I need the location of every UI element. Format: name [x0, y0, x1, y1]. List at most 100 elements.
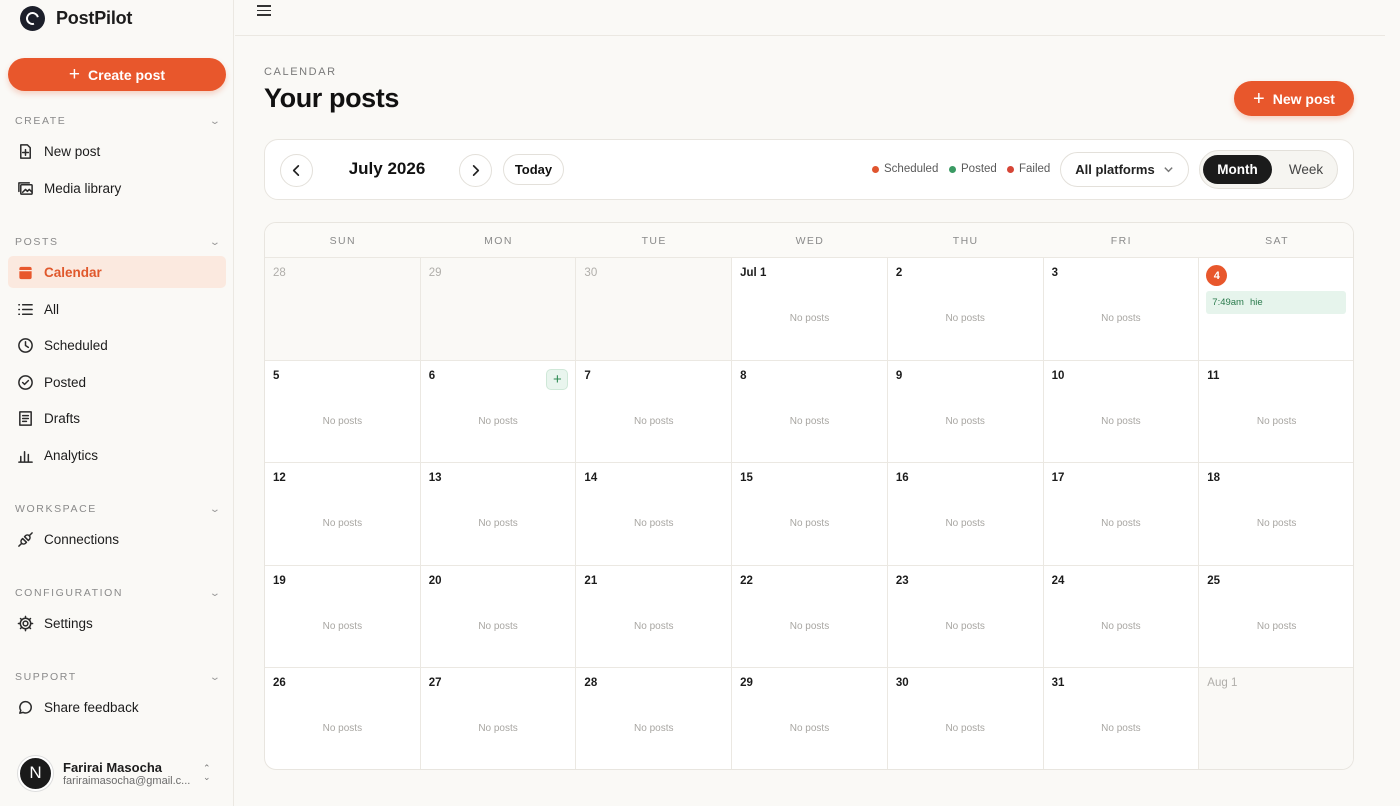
calendar-day-cell[interactable]: 20 No posts	[420, 565, 577, 669]
calendar-day-cell[interactable]: 29 No posts	[732, 668, 888, 769]
sidebar-item-posted[interactable]: Posted	[8, 366, 226, 398]
section-posts-header[interactable]: POSTS ⌄	[15, 236, 221, 248]
chat-bubble-icon	[16, 698, 34, 716]
view-week-button[interactable]: Week	[1276, 155, 1336, 184]
calendar-day-cell[interactable]: 25 No posts	[1199, 566, 1353, 669]
calendar-event[interactable]: 7:49am hie	[1206, 291, 1346, 314]
calendar-day-cell[interactable]: Aug 1	[1199, 668, 1353, 769]
chevron-down-icon: ⌄	[209, 587, 223, 599]
calendar-day-cell[interactable]: 24 No posts	[1043, 565, 1200, 669]
today-button[interactable]: Today	[503, 154, 564, 185]
calendar-day-cell[interactable]: 5 No posts	[265, 360, 421, 464]
next-month-button[interactable]	[459, 154, 492, 187]
sidebar-item-label: Share feedback	[44, 699, 139, 715]
calendar-day-cell[interactable]: 28	[265, 258, 421, 361]
calendar-day-cell[interactable]: 9 No posts	[887, 360, 1044, 464]
add-post-to-day-button[interactable]: +	[546, 368, 569, 390]
create-post-button[interactable]: + Create post	[8, 58, 226, 91]
section-title: CONFIGURATION	[15, 587, 124, 599]
day-number: 10	[1051, 369, 1065, 382]
calendar-day-cell[interactable]: 18 No posts	[1199, 463, 1353, 566]
legend-label: Posted	[961, 163, 997, 175]
new-post-icon	[16, 142, 34, 160]
day-number: 7	[584, 369, 591, 382]
calendar-day-cell[interactable]: 10 No posts	[1043, 360, 1200, 464]
new-post-button[interactable]: + New post	[1234, 81, 1354, 116]
legend-label: Failed	[1019, 163, 1051, 175]
calendar-day-cell[interactable]: 31 No posts	[1044, 668, 1200, 769]
calendar-day-cell[interactable]: 17 No posts	[1043, 463, 1200, 566]
calendar-day-cell[interactable]: 4 7:49am hie	[1199, 258, 1353, 361]
calendar-day-cell[interactable]: 14 No posts	[576, 463, 733, 566]
prev-month-button[interactable]	[280, 154, 313, 187]
calendar-day-cell[interactable]: 29	[420, 258, 577, 361]
no-posts-label: No posts	[634, 620, 674, 632]
sidebar-item-media-library[interactable]: Media library	[8, 172, 226, 204]
day-number: 28	[584, 677, 598, 690]
platform-filter-select[interactable]: All platforms	[1060, 152, 1189, 187]
no-posts-label: No posts	[634, 415, 674, 427]
section-support-header[interactable]: SUPPORT ⌄	[15, 671, 221, 683]
chevron-down-icon: ⌄	[209, 671, 223, 683]
calendar-day-cell[interactable]: 12 No posts	[265, 463, 421, 566]
sidebar-item-connections[interactable]: Connections	[8, 523, 226, 555]
user-menu[interactable]: N Farirai Masocha fariraimasocha@gmail.c…	[18, 754, 218, 792]
calendar-day-cell[interactable]: 22 No posts	[732, 565, 888, 669]
day-number: 2	[895, 267, 903, 279]
calendar-day-cell[interactable]: 21 No posts	[576, 565, 733, 669]
calendar-day-cell[interactable]: 3 No posts	[1043, 258, 1200, 361]
no-posts-label: No posts	[1101, 518, 1141, 530]
no-posts-label: No posts	[478, 723, 518, 735]
no-posts-label: No posts	[789, 518, 830, 530]
day-number: Aug 1	[1207, 677, 1238, 690]
sidebar-item-drafts[interactable]: Drafts	[8, 402, 226, 434]
section-configuration-header[interactable]: CONFIGURATION ⌄	[15, 587, 221, 599]
calendar-day-cell[interactable]: 7 No posts	[576, 360, 733, 464]
view-month-button[interactable]: Month	[1203, 155, 1272, 184]
platform-filter-value: All platforms	[1075, 162, 1155, 177]
sidebar-item-calendar[interactable]: Calendar	[8, 256, 226, 288]
chevron-down-icon	[1164, 167, 1173, 173]
no-posts-label: No posts	[789, 723, 830, 735]
calendar-day-cell[interactable]: 8 No posts	[732, 360, 888, 464]
chevron-down-icon: ⌄	[209, 503, 223, 515]
section-workspace-header[interactable]: WORKSPACE ⌄	[15, 503, 221, 515]
sidebar-item-label: Scheduled	[44, 337, 108, 353]
calendar-day-cell[interactable]: 6 + No posts	[420, 360, 577, 464]
calendar-day-cell[interactable]: 11 No posts	[1199, 361, 1353, 464]
sidebar-item-settings[interactable]: Settings	[8, 607, 226, 639]
day-number: 24	[1051, 574, 1065, 587]
section-create-header[interactable]: CREATE ⌄	[15, 115, 221, 127]
plus-icon: +	[1253, 87, 1265, 110]
sidebar-item-scheduled[interactable]: Scheduled	[8, 329, 226, 361]
calendar-icon	[16, 263, 34, 281]
calendar-day-cell[interactable]: 30 No posts	[888, 668, 1044, 769]
calendar-day-cell[interactable]: 23 No posts	[887, 565, 1044, 669]
calendar-day-cell[interactable]: 28 No posts	[576, 668, 733, 769]
calendar-day-cell[interactable]: 13 No posts	[420, 463, 577, 566]
day-number: 29	[740, 677, 753, 690]
day-number: 8	[740, 369, 747, 382]
calendar-day-cell[interactable]: 15 No posts	[732, 463, 888, 566]
sidebar-item-new-post[interactable]: New post	[8, 135, 226, 167]
menu-icon[interactable]	[257, 5, 271, 17]
sidebar-item-share-feedback[interactable]: Share feedback	[8, 691, 226, 723]
day-number: Jul 1	[740, 267, 767, 279]
no-posts-label: No posts	[478, 518, 518, 530]
calendar-day-cell[interactable]: 19 No posts	[265, 565, 421, 669]
calendar-day-cell[interactable]: 2 No posts	[887, 258, 1044, 361]
calendar-day-cell[interactable]: 26 No posts	[265, 668, 421, 769]
day-number: 28	[273, 267, 286, 279]
calendar-day-cell[interactable]: 30	[576, 258, 733, 361]
sidebar-item-analytics[interactable]: Analytics	[8, 439, 226, 471]
event-title: hie	[1249, 297, 1263, 308]
analytics-icon	[16, 446, 34, 464]
weekday-label: SUN	[329, 235, 356, 247]
calendar-day-cell[interactable]: 16 No posts	[887, 463, 1044, 566]
calendar-day-cell[interactable]: Jul 1 No posts	[732, 258, 888, 361]
brand[interactable]: PostPilot	[20, 5, 132, 31]
legend-scheduled: Scheduled	[872, 163, 938, 175]
sidebar-item-all[interactable]: All	[8, 293, 226, 325]
calendar-day-cell[interactable]: 27 No posts	[421, 668, 577, 769]
today-date-badge: 4	[1206, 265, 1228, 286]
